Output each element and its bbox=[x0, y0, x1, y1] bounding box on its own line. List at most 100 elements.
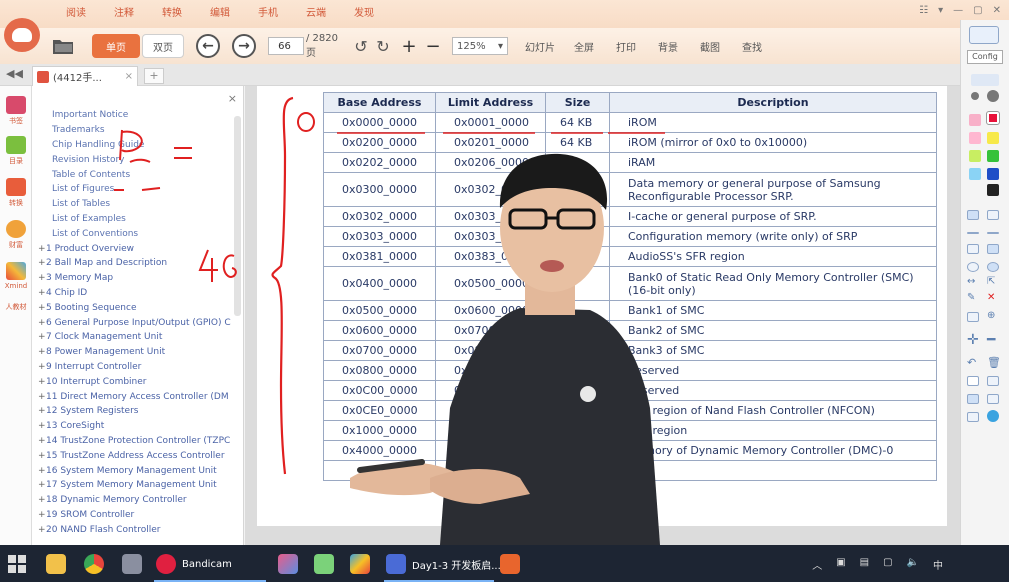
expand-icon[interactable]: + bbox=[38, 436, 46, 446]
freehand-tool-icon[interactable] bbox=[967, 210, 979, 220]
outline-item[interactable]: +20 NAND Flash Controller bbox=[38, 522, 234, 537]
outline-item[interactable]: Chip Handling Guide bbox=[38, 138, 234, 153]
close-button[interactable]: ✕ bbox=[993, 5, 1001, 16]
windows-start-icon[interactable] bbox=[8, 555, 26, 573]
resize-tool-icon[interactable]: ⇱ bbox=[987, 276, 995, 287]
color-light-pink[interactable] bbox=[969, 132, 981, 144]
find-button[interactable]: 查找 bbox=[734, 34, 770, 58]
color-green[interactable] bbox=[987, 150, 999, 162]
fullscreen-button[interactable]: 全屏 bbox=[566, 34, 602, 58]
rail-textbook[interactable]: 人教材 bbox=[3, 302, 29, 312]
settings-icon[interactable]: ▾ bbox=[938, 5, 943, 16]
ime-indicator[interactable]: 中 bbox=[933, 557, 943, 572]
outline-item[interactable]: List of Figures bbox=[38, 182, 234, 197]
background-button[interactable]: 背景 bbox=[650, 34, 686, 58]
outline-item[interactable]: +13 CoreSight bbox=[38, 419, 234, 434]
menu-read[interactable]: 阅读 bbox=[66, 4, 114, 19]
palette-config[interactable]: Config bbox=[967, 50, 1003, 64]
outline-item[interactable]: +8 Power Management Unit bbox=[38, 345, 234, 360]
zoom-tool-icon[interactable]: ⊕ bbox=[987, 310, 995, 321]
taskbar-chrome[interactable] bbox=[84, 550, 104, 578]
rail-wealth[interactable]: 财富 bbox=[3, 220, 29, 250]
next-page-icon[interactable]: → bbox=[232, 34, 256, 58]
color-red[interactable] bbox=[986, 111, 1000, 125]
expand-icon[interactable]: + bbox=[38, 318, 46, 328]
clear-icon[interactable]: ✕ bbox=[987, 292, 995, 303]
outline-item[interactable]: +7 Clock Management Unit bbox=[38, 330, 234, 345]
rail-xmind[interactable]: Xmind bbox=[3, 262, 29, 290]
expand-icon[interactable]: + bbox=[38, 244, 46, 254]
tray-app-icon[interactable]: ▣ bbox=[836, 557, 845, 572]
color-lime[interactable] bbox=[969, 150, 981, 162]
print-button[interactable]: 打印 bbox=[608, 34, 644, 58]
select-tool-icon[interactable] bbox=[967, 312, 979, 322]
zoom-out-icon[interactable]: − bbox=[424, 34, 442, 58]
taskbar-pdf-reader[interactable]: Day1-3 开发板启... bbox=[386, 550, 501, 578]
rail-bookmark[interactable]: 书签 bbox=[3, 96, 29, 126]
outline-item[interactable]: +4 Chip ID bbox=[38, 286, 234, 301]
expand-icon[interactable]: + bbox=[38, 392, 46, 402]
mail-icon[interactable] bbox=[967, 412, 979, 422]
menu-cloud[interactable]: 云端 bbox=[306, 4, 354, 19]
expand-icon[interactable]: + bbox=[38, 332, 46, 342]
line-tool-icon[interactable] bbox=[967, 232, 979, 234]
outline-item[interactable]: +12 System Registers bbox=[38, 404, 234, 419]
outline-item[interactable]: List of Conventions bbox=[38, 226, 234, 241]
maximize-button[interactable]: ▢ bbox=[973, 5, 982, 16]
pen-size-large[interactable] bbox=[987, 90, 999, 102]
expand-icon[interactable]: + bbox=[38, 406, 46, 416]
arrow-tool-icon[interactable] bbox=[987, 232, 999, 234]
outline-item[interactable]: List of Tables bbox=[38, 197, 234, 212]
outline-item[interactable]: +9 Interrupt Controller bbox=[38, 360, 234, 375]
copy-icon[interactable] bbox=[987, 376, 999, 386]
outline-item[interactable]: +18 Dynamic Memory Controller bbox=[38, 493, 234, 508]
expand-icon[interactable]: + bbox=[38, 377, 46, 387]
expand-icon[interactable]: + bbox=[38, 421, 46, 431]
outline-item[interactable]: +3 Memory Map bbox=[38, 271, 234, 286]
menu-convert[interactable]: 转换 bbox=[162, 4, 210, 19]
expand-icon[interactable]: + bbox=[38, 288, 46, 298]
outline-item[interactable]: Table of Contents bbox=[38, 167, 234, 182]
screenshot-button[interactable]: 截图 bbox=[692, 34, 728, 58]
undo-icon[interactable]: ↶ bbox=[967, 356, 976, 369]
rail-toc[interactable]: 目录 bbox=[3, 136, 29, 166]
taskbar-app-3[interactable] bbox=[122, 550, 142, 578]
expand-icon[interactable]: + bbox=[38, 273, 46, 283]
color-pink[interactable] bbox=[969, 114, 981, 126]
color-black[interactable] bbox=[987, 184, 999, 196]
move-tool-icon[interactable]: ↔ bbox=[967, 276, 975, 287]
pen-size-small[interactable] bbox=[971, 92, 979, 100]
outline-item[interactable]: +11 Direct Memory Access Controller (DM bbox=[38, 389, 234, 404]
expand-icon[interactable]: + bbox=[38, 451, 46, 461]
taskbar-app-9[interactable] bbox=[500, 550, 520, 578]
save-icon[interactable] bbox=[987, 394, 999, 404]
color-sky[interactable] bbox=[969, 168, 981, 180]
outline-item[interactable]: Trademarks bbox=[38, 123, 234, 138]
chat-icon[interactable]: ▢ bbox=[883, 557, 892, 572]
network-icon[interactable]: ▤ bbox=[860, 557, 869, 572]
outline-scrollbar[interactable] bbox=[234, 116, 241, 316]
rotate-left-icon[interactable]: ↺ bbox=[352, 34, 370, 58]
expand-icon[interactable]: + bbox=[38, 480, 46, 490]
new-page-icon[interactable] bbox=[967, 376, 979, 386]
menu-discover[interactable]: 发现 bbox=[354, 4, 402, 19]
expand-icon[interactable]: + bbox=[38, 303, 46, 313]
close-tab-icon[interactable]: × bbox=[125, 71, 133, 82]
tray-expand-icon[interactable]: ︿ bbox=[812, 557, 822, 572]
highlighter-tool-icon[interactable] bbox=[987, 210, 999, 220]
expand-icon[interactable]: + bbox=[38, 258, 46, 268]
minimize-button[interactable]: — bbox=[953, 5, 963, 16]
expand-icon[interactable]: + bbox=[38, 495, 46, 505]
outline-item[interactable]: List of Examples bbox=[38, 212, 234, 227]
rectangle-tool-icon[interactable] bbox=[967, 244, 979, 254]
close-outline-icon[interactable]: × bbox=[228, 92, 237, 105]
app-logo[interactable] bbox=[4, 18, 40, 52]
clock-area[interactable] bbox=[957, 557, 997, 572]
document-viewport[interactable]: Base Address Limit Address Size Descript… bbox=[245, 86, 960, 545]
eraser-icon[interactable]: ✎ bbox=[967, 292, 975, 303]
expand-icon[interactable]: + bbox=[38, 362, 46, 372]
taskbar-bandicam[interactable]: Bandicam bbox=[156, 550, 232, 578]
outline-item[interactable]: +1 Product Overview bbox=[38, 241, 234, 256]
taskbar-file-explorer[interactable] bbox=[46, 550, 66, 578]
collapse-sidebar-icon[interactable]: ◀◀ bbox=[6, 67, 23, 80]
